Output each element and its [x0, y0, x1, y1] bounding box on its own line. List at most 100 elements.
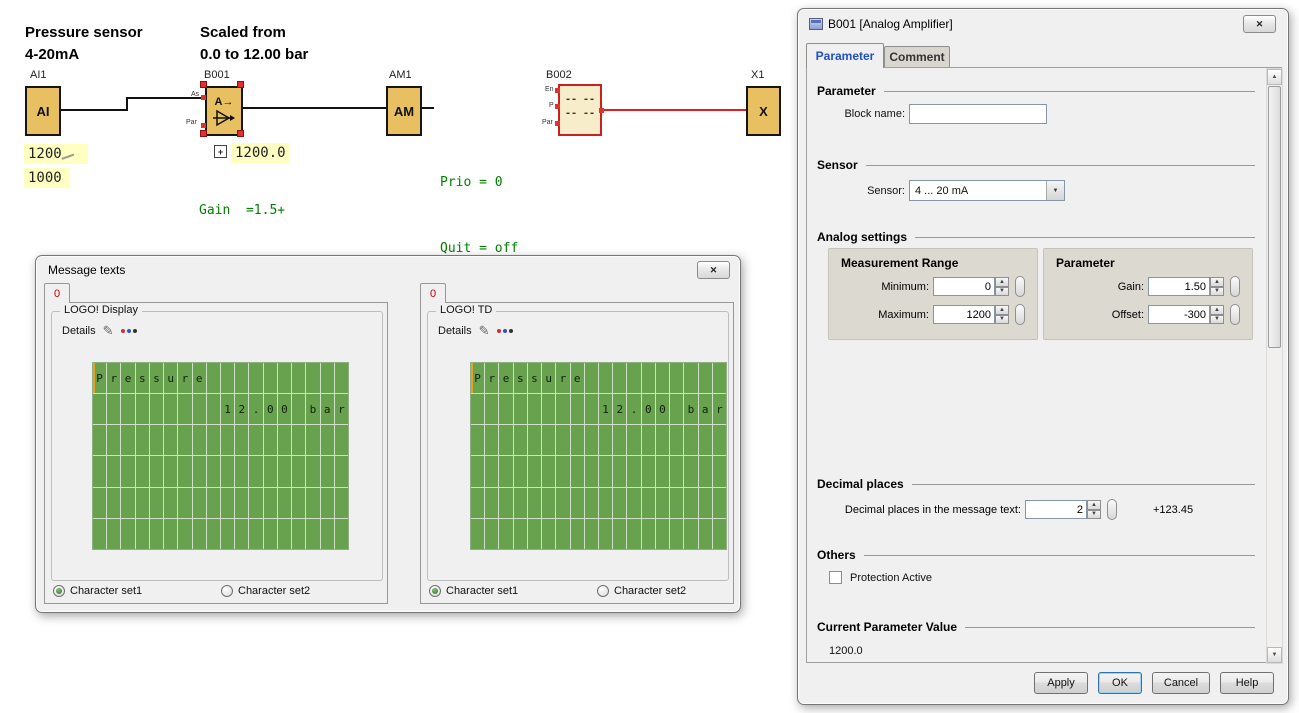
lcd-cell[interactable]: [585, 519, 598, 549]
lcd-cell[interactable]: [713, 425, 726, 455]
lcd-cell[interactable]: s: [528, 363, 541, 393]
lcd-cell[interactable]: [613, 488, 626, 518]
lcd-cell[interactable]: [528, 488, 541, 518]
lcd-cell[interactable]: [221, 425, 234, 455]
lcd-cell[interactable]: [642, 425, 655, 455]
lcd-cell[interactable]: [684, 363, 697, 393]
lcd-cell[interactable]: [249, 488, 262, 518]
lcd-cell[interactable]: [627, 488, 640, 518]
lcd-cell[interactable]: [571, 425, 584, 455]
tab-comment[interactable]: Comment: [884, 46, 950, 68]
radio-character-set1[interactable]: Character set1: [53, 585, 142, 597]
lcd-cell[interactable]: 1: [221, 394, 234, 424]
lcd-cell[interactable]: [221, 363, 234, 393]
lcd-cell[interactable]: [713, 363, 726, 393]
lcd-cell[interactable]: [306, 488, 319, 518]
lcd-cell[interactable]: [107, 519, 120, 549]
spin-up-button[interactable]: ▲: [995, 305, 1009, 315]
lcd-cell[interactable]: [121, 425, 134, 455]
lcd-cell[interactable]: [178, 425, 191, 455]
lcd-cell[interactable]: e: [499, 363, 512, 393]
lcd-cell[interactable]: [542, 394, 555, 424]
selection-handle[interactable]: [237, 81, 244, 88]
lcd-cell[interactable]: [164, 425, 177, 455]
lcd-cell[interactable]: [514, 425, 527, 455]
tab-0-display[interactable]: 0: [44, 283, 70, 303]
lcd-cell[interactable]: r: [713, 394, 726, 424]
lcd-cell[interactable]: [264, 425, 277, 455]
lcd-cell[interactable]: u: [542, 363, 555, 393]
spin-up-button[interactable]: ▲: [1210, 277, 1224, 287]
radio-character-set2[interactable]: Character set2: [597, 585, 686, 597]
lcd-cell[interactable]: [499, 425, 512, 455]
lcd-cell[interactable]: [136, 394, 149, 424]
lcd-cell[interactable]: [193, 519, 206, 549]
lcd-cell[interactable]: [207, 456, 220, 486]
lcd-cell[interactable]: [321, 488, 334, 518]
lcd-cell[interactable]: [514, 488, 527, 518]
lcd-cell[interactable]: 2: [613, 394, 626, 424]
sensor-dropdown[interactable]: 4 ... 20 mA ▼: [909, 180, 1065, 201]
edit-pencil-icon[interactable]: ✎: [479, 324, 490, 337]
lcd-cell[interactable]: [335, 456, 348, 486]
lcd-cell[interactable]: [249, 519, 262, 549]
lcd-cell[interactable]: [221, 488, 234, 518]
lcd-cell[interactable]: [713, 519, 726, 549]
lcd-cell[interactable]: [599, 363, 612, 393]
lcd-cell[interactable]: 0: [278, 394, 291, 424]
lcd-cell[interactable]: s: [136, 363, 149, 393]
lcd-cell[interactable]: [542, 425, 555, 455]
lcd-cell[interactable]: [249, 456, 262, 486]
lcd-cell[interactable]: [235, 363, 248, 393]
lcd-cell[interactable]: a: [321, 394, 334, 424]
lcd-cell[interactable]: [107, 456, 120, 486]
lcd-cell[interactable]: [556, 456, 569, 486]
reference-button[interactable]: [1015, 276, 1025, 297]
lcd-cell[interactable]: .: [249, 394, 262, 424]
lcd-cell[interactable]: [306, 363, 319, 393]
vertical-scrollbar[interactable]: ▲ ▼: [1266, 68, 1283, 664]
lcd-cell[interactable]: [670, 394, 683, 424]
block-ai1[interactable]: AI: [25, 86, 61, 136]
lcd-cell[interactable]: [292, 456, 305, 486]
radio-character-set1[interactable]: Character set1: [429, 585, 518, 597]
lcd-cell[interactable]: 0: [656, 394, 669, 424]
lcd-cell[interactable]: [656, 425, 669, 455]
pin-marker[interactable]: [201, 123, 206, 128]
selection-handle[interactable]: [200, 130, 207, 137]
lcd-cell[interactable]: [107, 394, 120, 424]
lcd-cell[interactable]: [642, 519, 655, 549]
lcd-cell[interactable]: [107, 425, 120, 455]
lcd-cell[interactable]: [528, 519, 541, 549]
lcd-cell[interactable]: b: [306, 394, 319, 424]
edit-pencil-icon[interactable]: ✎: [103, 324, 114, 337]
spin-down-button[interactable]: ▼: [1210, 287, 1224, 297]
lcd-cell[interactable]: [121, 488, 134, 518]
lcd-cell[interactable]: [656, 363, 669, 393]
lcd-cell[interactable]: [642, 488, 655, 518]
lcd-cell[interactable]: [150, 488, 163, 518]
lcd-cell[interactable]: [556, 519, 569, 549]
pin-marker[interactable]: [555, 104, 560, 109]
lcd-cell[interactable]: [585, 456, 598, 486]
lcd-cell[interactable]: [485, 519, 498, 549]
lcd-cell[interactable]: [306, 425, 319, 455]
lcd-cell[interactable]: [335, 363, 348, 393]
lcd-cell[interactable]: [656, 456, 669, 486]
lcd-cell[interactable]: [556, 488, 569, 518]
lcd-cell[interactable]: [178, 394, 191, 424]
lcd-cell[interactable]: [278, 488, 291, 518]
wire-ai1-b001[interactable]: [61, 98, 205, 110]
lcd-cell[interactable]: [627, 363, 640, 393]
spin-up-button[interactable]: ▲: [995, 277, 1009, 287]
lcd-cell[interactable]: P: [93, 363, 106, 393]
spin-down-button[interactable]: ▼: [1210, 315, 1224, 325]
lcd-cell[interactable]: [278, 425, 291, 455]
pin-marker[interactable]: [201, 95, 206, 100]
lcd-cell[interactable]: [235, 456, 248, 486]
lcd-cell[interactable]: [321, 519, 334, 549]
lcd-cell[interactable]: [699, 519, 712, 549]
reference-button[interactable]: [1230, 276, 1240, 297]
lcd-cell[interactable]: [164, 488, 177, 518]
lcd-cell[interactable]: [514, 519, 527, 549]
